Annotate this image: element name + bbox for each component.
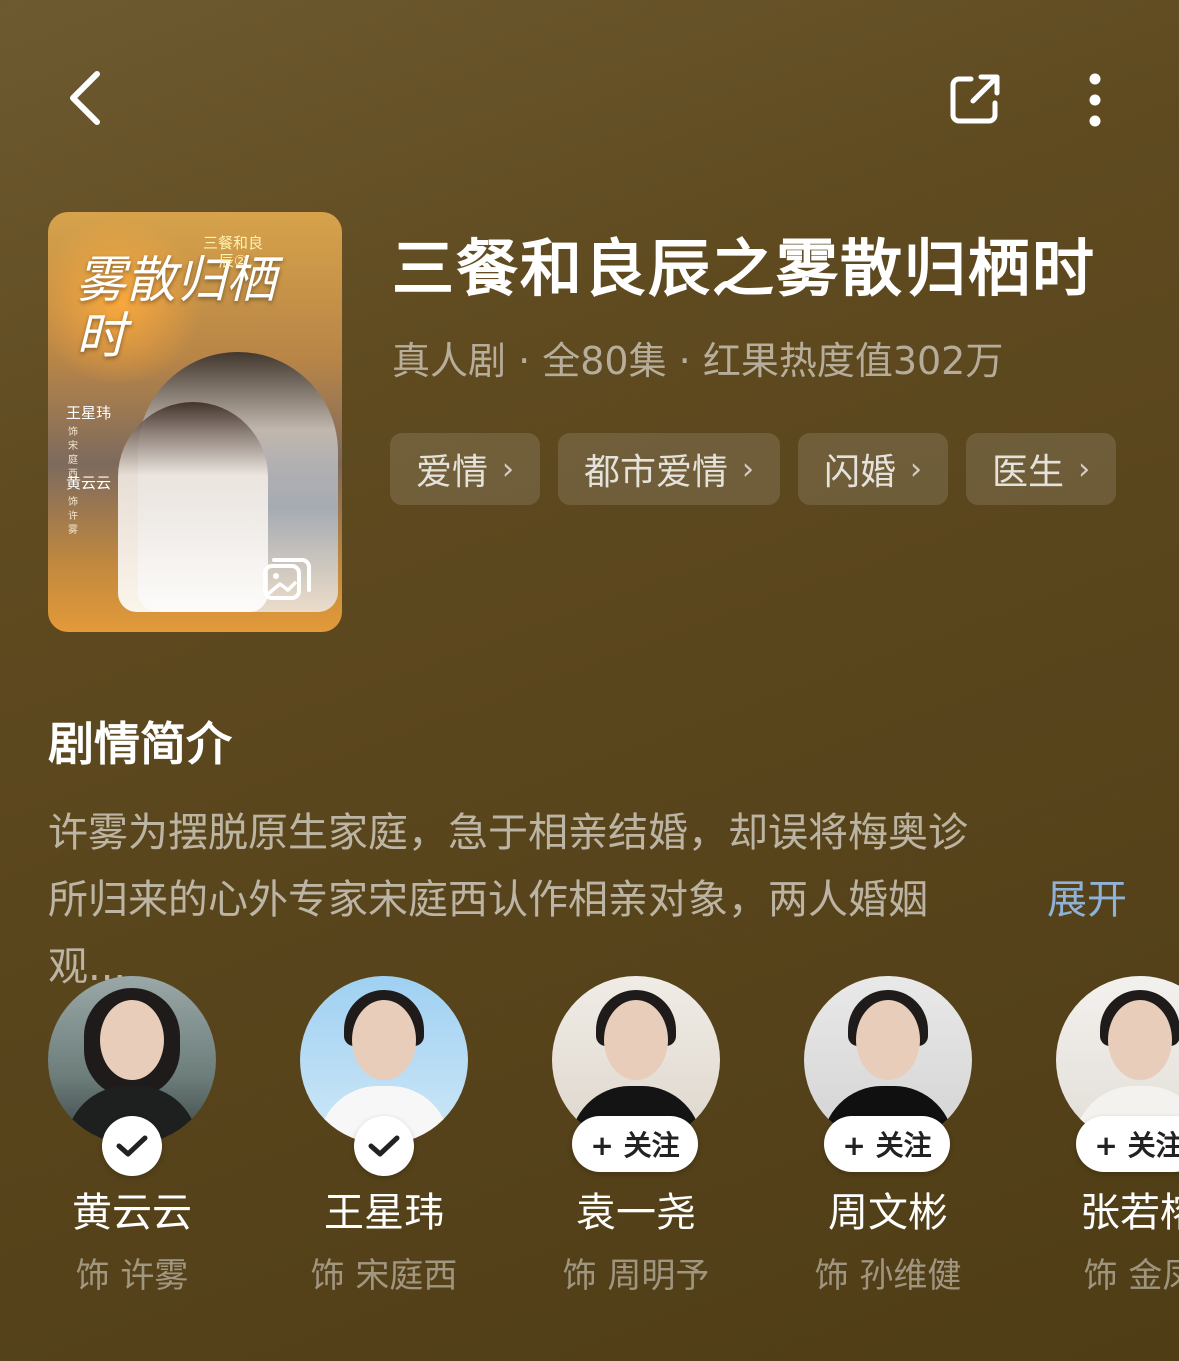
share-icon [950, 74, 1000, 124]
expand-link[interactable]: 展开 [1047, 867, 1127, 925]
check-icon [368, 1135, 400, 1157]
tag-chip[interactable]: 都市爱情 › [558, 433, 781, 505]
actor-role: 饰 周明予 [562, 1256, 710, 1296]
actor-role: 饰 许雾 [75, 1256, 189, 1296]
tag-chip[interactable]: 爱情 › [390, 433, 541, 505]
actor-role: 饰 金凤 [1083, 1256, 1179, 1296]
actor-role: 饰 孙维健 [814, 1256, 962, 1296]
back-button[interactable] [50, 60, 120, 136]
actor-name: 张若榕 [1080, 1190, 1179, 1236]
chevron-right-icon: › [1078, 451, 1091, 487]
more-button[interactable] [1070, 66, 1120, 132]
check-icon [116, 1135, 148, 1157]
cast-item[interactable]: 王星玮 饰 宋庭西 [300, 976, 468, 1297]
poster-series-art: 三餐和良辰② [202, 234, 263, 270]
actor-role: 饰 宋庭西 [310, 1256, 458, 1296]
more-vertical-icon [1089, 73, 1101, 127]
chevron-right-icon: › [742, 451, 755, 487]
actor-name: 王星玮 [324, 1190, 444, 1236]
tag-label: 医生 [992, 452, 1065, 493]
tag-label: 闪婚 [824, 452, 897, 493]
poster-cast-1: 王星玮 [66, 404, 112, 422]
chevron-right-icon: › [910, 451, 923, 487]
synopsis-text: 许雾为摆脱原生家庭，急于相亲结婚，却误将梅奥诊所归来的心外专家宋庭西认作相亲对象… [48, 810, 968, 990]
poster-cast-2: 黄云云 [66, 474, 112, 492]
poster-cast-2-role: 饰 许雾 [68, 497, 78, 536]
followed-badge[interactable] [102, 1116, 162, 1176]
show-title: 三餐和良辰之雾散归栖时 [392, 232, 1097, 305]
tag-label: 都市爱情 [584, 452, 729, 493]
cast-item[interactable]: + 关注 袁一尧 饰 周明予 [552, 976, 720, 1297]
actor-name: 周文彬 [828, 1190, 948, 1236]
poster-figure-woman [118, 402, 268, 612]
cast-item[interactable]: 黄云云 饰 许雾 [48, 976, 216, 1297]
share-button[interactable] [940, 64, 1010, 134]
tag-list: 爱情 › 都市爱情 › 闪婚 › 医生 › [390, 433, 1117, 505]
follow-button[interactable]: + 关注 [572, 1116, 698, 1172]
followed-badge[interactable] [354, 1116, 414, 1176]
cast-item[interactable]: + 关注 周文彬 饰 孙维健 [804, 976, 972, 1297]
poster-image[interactable]: 雾散归栖时 三餐和良辰② 王星玮 饰 宋庭西 黄云云 饰 许雾 [48, 212, 342, 632]
chevron-right-icon: › [502, 451, 515, 487]
actor-name: 袁一尧 [576, 1190, 696, 1236]
actor-name: 黄云云 [72, 1190, 192, 1236]
cast-item[interactable]: + 关注 张若榕 饰 金凤 [1056, 976, 1179, 1297]
tag-label: 爱情 [416, 452, 489, 493]
chevron-left-icon [70, 71, 100, 125]
show-meta: 真人剧 · 全80集 · 红果热度值302万 [392, 339, 1004, 383]
gallery-icon[interactable] [262, 556, 312, 602]
tag-chip[interactable]: 医生 › [966, 433, 1117, 505]
follow-button[interactable]: + 关注 [1076, 1116, 1179, 1172]
synopsis-heading: 剧情简介 [48, 717, 232, 771]
follow-button[interactable]: + 关注 [824, 1116, 950, 1172]
tag-chip[interactable]: 闪婚 › [798, 433, 949, 505]
